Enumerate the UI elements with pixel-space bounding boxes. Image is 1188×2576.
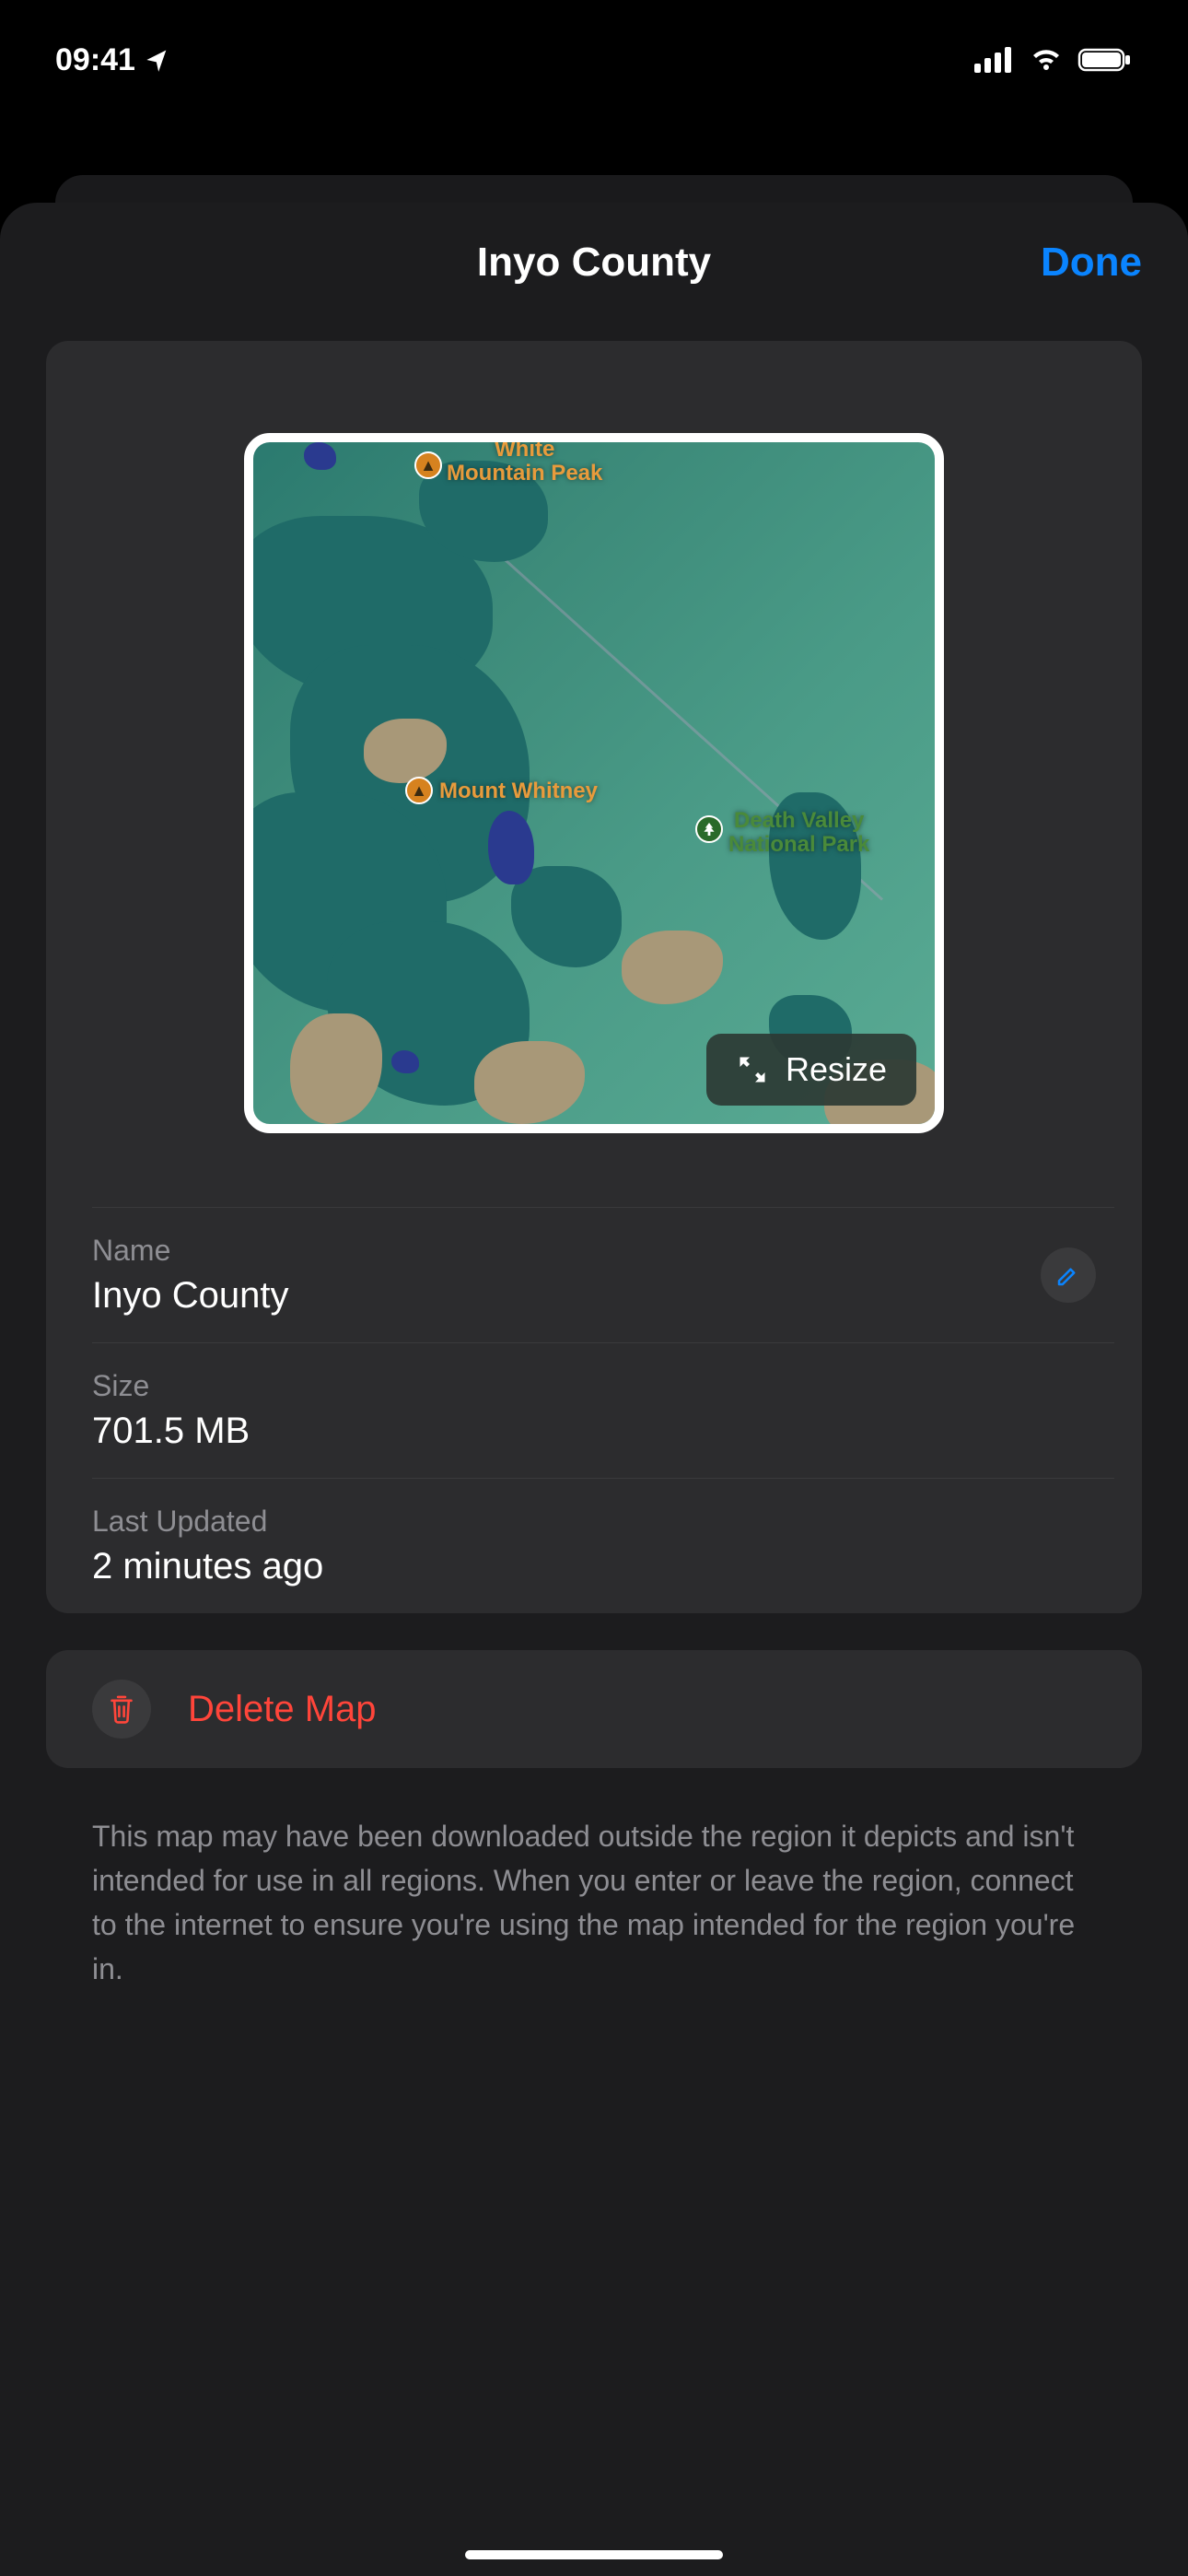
updated-value: 2 minutes ago <box>92 1546 1096 1587</box>
resize-arrows-icon <box>736 1053 769 1086</box>
modal-sheet: Inyo County Done <box>0 203 1188 2576</box>
map-thumbnail-container: ▲ WhiteMountain Peak ▲ Mount Whitney Dea… <box>46 341 1142 1207</box>
map-label-white-mountain: WhiteMountain Peak <box>447 438 602 486</box>
pencil-icon <box>1054 1261 1082 1289</box>
name-row: Name Inyo County <box>46 1208 1142 1342</box>
home-indicator[interactable] <box>465 2550 723 2559</box>
sheet-backdrop <box>55 175 1133 203</box>
size-label: Size <box>92 1369 1096 1403</box>
size-value: 701.5 MB <box>92 1411 1096 1452</box>
location-arrow-icon <box>145 47 170 73</box>
resize-button[interactable]: Resize <box>706 1034 916 1106</box>
status-bar: 09:41 <box>0 0 1188 101</box>
map-label-whitney: Mount Whitney <box>439 779 598 803</box>
resize-label: Resize <box>786 1050 887 1089</box>
status-indicators <box>974 46 1133 74</box>
trash-icon-circle <box>92 1680 151 1739</box>
cellular-icon <box>974 47 1015 73</box>
wifi-icon <box>1028 46 1065 74</box>
delete-label: Delete Map <box>188 1689 377 1730</box>
status-time: 09:41 <box>55 42 170 78</box>
delete-map-button[interactable]: Delete Map <box>46 1650 1142 1768</box>
size-row: Size 701.5 MB <box>46 1343 1142 1478</box>
disclaimer-text: This map may have been downloaded outsid… <box>0 1786 1188 2019</box>
trash-icon <box>107 1693 136 1725</box>
done-button[interactable]: Done <box>1041 240 1142 286</box>
sheet-header: Inyo County Done <box>0 203 1188 322</box>
edit-name-button[interactable] <box>1041 1247 1096 1303</box>
updated-row: Last Updated 2 minutes ago <box>46 1479 1142 1613</box>
map-info-card: ▲ WhiteMountain Peak ▲ Mount Whitney Dea… <box>46 341 1142 1613</box>
map-thumbnail[interactable]: ▲ WhiteMountain Peak ▲ Mount Whitney Dea… <box>244 433 944 1133</box>
updated-label: Last Updated <box>92 1505 1096 1539</box>
battery-icon <box>1077 46 1133 74</box>
peak-marker-icon: ▲ <box>414 451 442 479</box>
park-marker-icon <box>695 815 723 843</box>
sheet-title: Inyo County <box>477 240 711 286</box>
map-label-death-valley: Death ValleyNational Park <box>728 809 869 858</box>
mountain-marker-icon: ▲ <box>405 777 433 804</box>
name-value: Inyo County <box>92 1275 1096 1317</box>
name-label: Name <box>92 1234 1096 1268</box>
